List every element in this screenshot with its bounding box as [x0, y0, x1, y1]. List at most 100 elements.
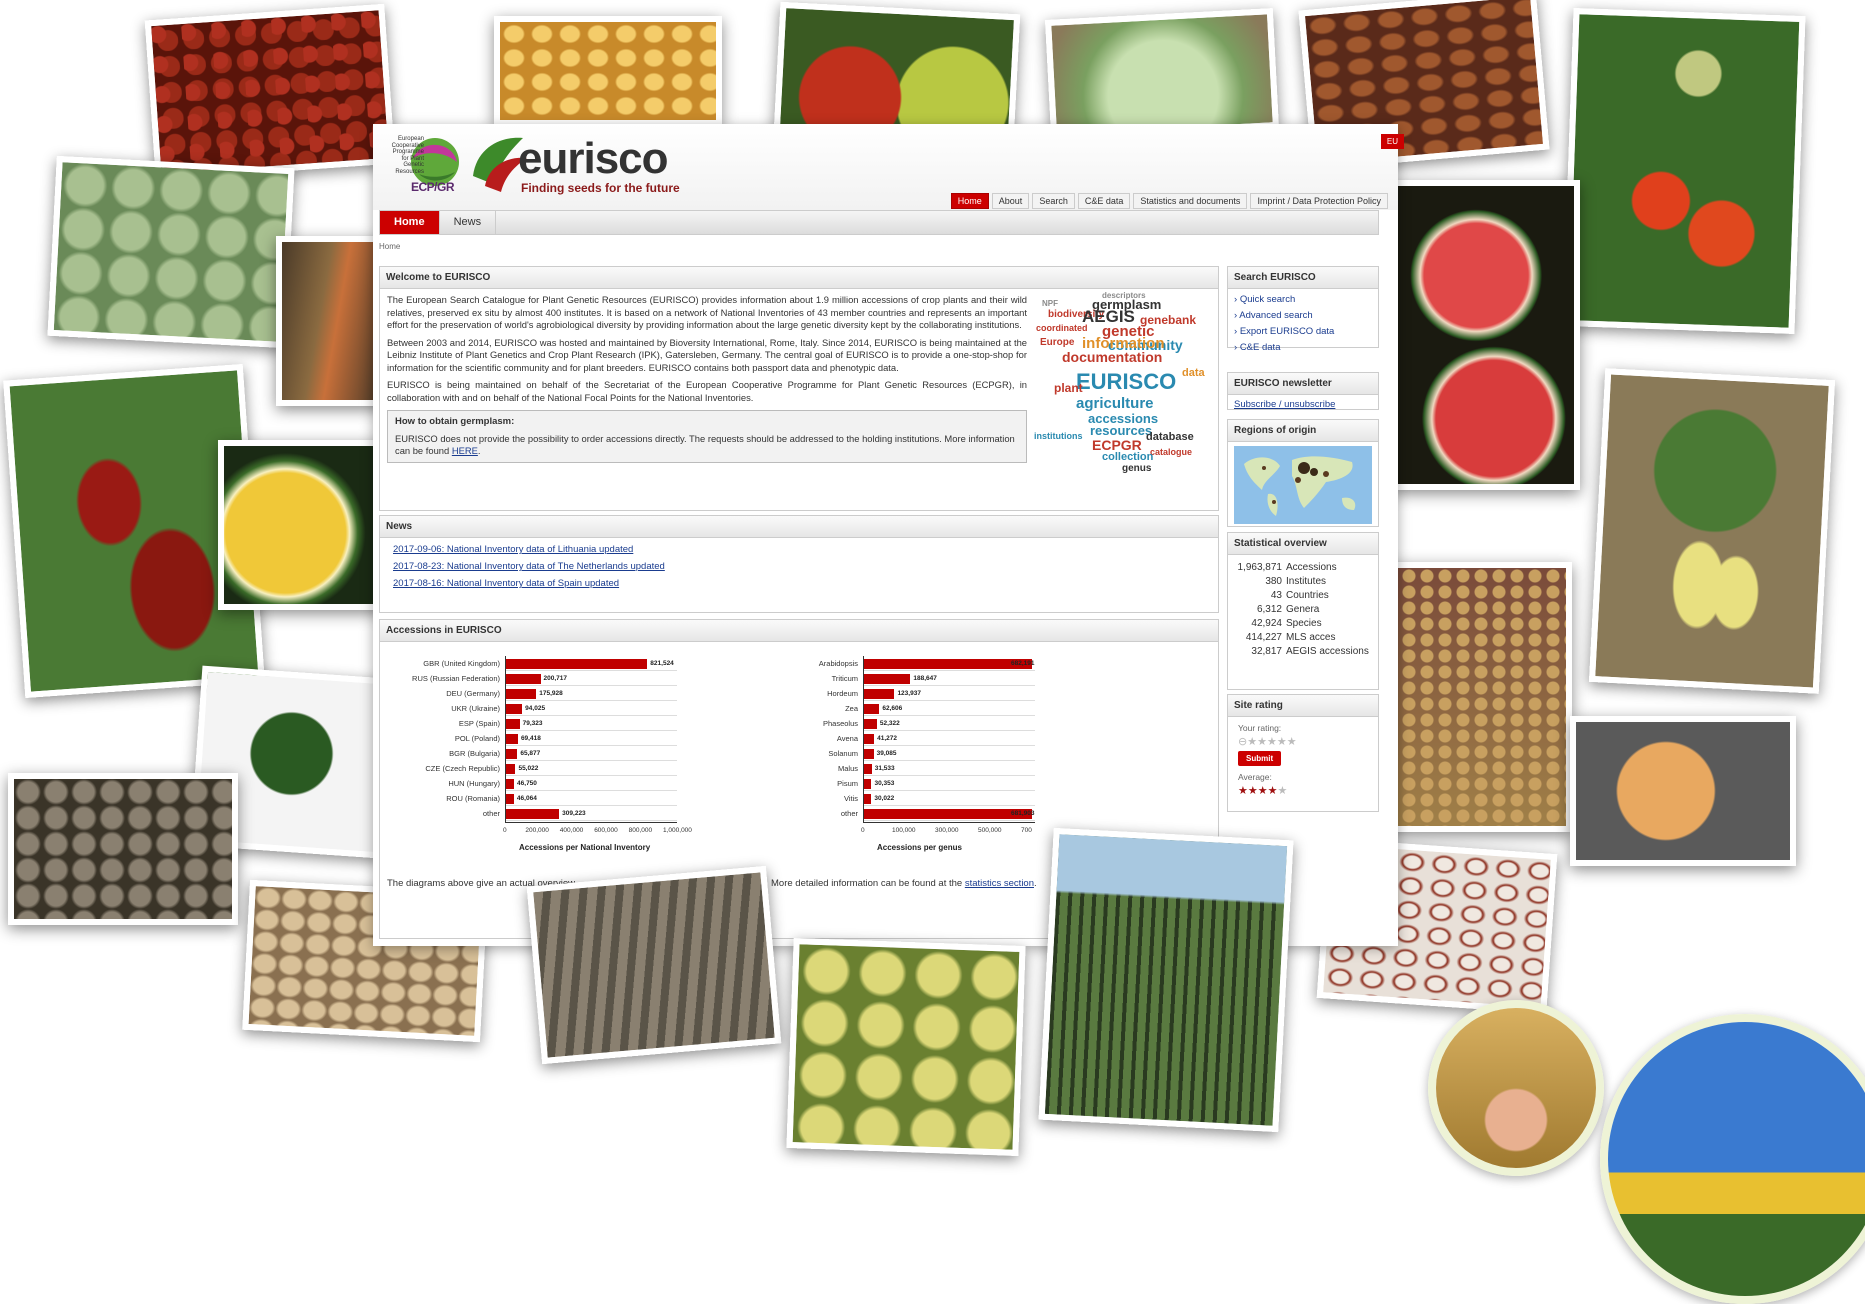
chart-data-label: 30,353 — [874, 780, 895, 787]
star-icon[interactable]: ★ — [1247, 735, 1257, 748]
top-nav-search[interactable]: Search — [1032, 193, 1075, 209]
chart-category-label: other — [482, 809, 500, 818]
ecpgr-logo[interactable]: European Cooperative Programme for Plant Gen… — [383, 128, 461, 202]
chart-bar — [506, 704, 523, 714]
tag-cloud-word: resources — [1090, 423, 1153, 438]
chart-bar — [506, 659, 648, 669]
stat-row: 32,817 AEGIS accessions — [1251, 646, 1369, 657]
statistics-section-link[interactable]: statistics section — [965, 878, 1034, 889]
top-nav-imprint[interactable]: Imprint / Data Protection Policy — [1250, 193, 1388, 209]
star-icon[interactable]: ★ — [1277, 735, 1287, 748]
newsletter-title: EURISCO newsletter — [1228, 373, 1378, 395]
chart-data-label: 123,937 — [897, 690, 921, 697]
average-star-icon: ★ — [1238, 785, 1248, 797]
your-rating-stars[interactable]: ⊖★★★★★ — [1238, 735, 1368, 748]
average-star-icon: ★ — [1247, 785, 1258, 797]
tag-cloud-word: NPF — [1042, 299, 1058, 308]
tag-cloud-word: data — [1182, 367, 1205, 379]
top-nav-about[interactable]: About — [991, 193, 1030, 209]
cancel-rating-icon[interactable]: ⊖ — [1238, 735, 1247, 748]
rating-title: Site rating — [1228, 695, 1378, 717]
yellow-watermelon-photo — [218, 440, 384, 610]
chart-data-label: 62,606 — [882, 705, 903, 712]
chart-tick-label: 0 — [861, 827, 865, 834]
news-item[interactable]: 2017-08-23: National Inventory data of T… — [393, 561, 1218, 572]
chart-bar — [864, 689, 895, 699]
quick-search-link[interactable]: › Quick search — [1234, 294, 1372, 305]
average-star-icon: ★ — [1267, 785, 1278, 797]
tag-cloud-word: agriculture — [1076, 395, 1154, 412]
ce-data-link[interactable]: › C&E data — [1234, 342, 1372, 353]
wheat-hands-photo — [1428, 1000, 1604, 1176]
news-panel: News 2017-09-06: National Inventory data… — [379, 515, 1219, 613]
star-icon[interactable]: ★ — [1287, 735, 1297, 748]
top-nav-ce-data[interactable]: C&E data — [1077, 193, 1131, 209]
chart-data-label: 46,064 — [516, 795, 537, 802]
accessions-title: Accessions in EURISCO — [380, 620, 1218, 642]
main-nav-home[interactable]: Home — [380, 211, 440, 234]
stat-row: 380 Institutes — [1265, 576, 1327, 587]
chart-category-label: Pisum — [837, 779, 858, 788]
chart-axis-title: Accessions per National Inventory — [519, 843, 651, 852]
top-nav-home[interactable]: Home — [950, 193, 989, 209]
world-map-icon[interactable] — [1234, 446, 1372, 524]
chart-bar — [506, 719, 520, 729]
millet-field-photo — [1038, 827, 1294, 1133]
news-item[interactable]: 2017-09-06: National Inventory data of L… — [393, 544, 1218, 555]
chart-category-label: ROU (Romania) — [446, 794, 500, 803]
stat-row: 42,924 Species — [1251, 618, 1322, 629]
chart-category-label: Solanum — [828, 749, 858, 758]
tag-cloud-word: genus — [1122, 463, 1152, 474]
search-sidebar-title: Search EURISCO — [1228, 267, 1378, 289]
news-item[interactable]: 2017-08-16: National Inventory data of S… — [393, 578, 1218, 589]
chart-data-label: 188,647 — [913, 675, 937, 682]
breadcrumb[interactable]: Home — [379, 242, 400, 251]
howto-text: EURISCO does not provide the possibility… — [395, 433, 1015, 456]
advanced-search-link[interactable]: › Advanced search — [1234, 310, 1372, 321]
chart-bar — [864, 734, 875, 744]
average-star-icon: ★ — [1257, 785, 1268, 797]
tag-cloud-word: plant — [1054, 381, 1083, 395]
chart-category-label: GBR (United Kingdom) — [423, 659, 500, 668]
chart-data-label: 52,322 — [879, 720, 900, 727]
ecpgr-fullname: European Cooperative Programme for Plant Gen… — [391, 136, 424, 175]
export-data-link[interactable]: › Export EURISCO data — [1234, 326, 1372, 337]
howto-title: How to obtain germplasm: — [395, 416, 515, 427]
regions-title: Regions of origin — [1228, 420, 1378, 442]
carrot-roots-photo — [276, 236, 386, 406]
chart-category-label: Phaseolus — [822, 719, 858, 728]
average-label: Average: — [1238, 772, 1272, 782]
chart-category-label: Triticum — [831, 674, 858, 683]
howto-here-link[interactable]: HERE — [452, 445, 478, 456]
chart-tick-label: 100,000 — [892, 827, 916, 834]
tag-cloud-word: collection — [1102, 451, 1154, 463]
star-icon[interactable]: ★ — [1267, 735, 1277, 748]
chart-category-label: UKR (Ukraine) — [451, 704, 500, 713]
main-nav-news[interactable]: News — [440, 211, 497, 234]
chart-data-label: 682,191 — [1011, 660, 1035, 667]
chart-data-label: 41,272 — [877, 735, 898, 742]
sunflower-field-photo — [1600, 1014, 1865, 1304]
chart-category-label: Hordeum — [827, 689, 858, 698]
grey-seeds-photo — [8, 773, 238, 925]
stats-panel: Statistical overview 1,963,871 Accessions… — [1227, 532, 1379, 690]
chart-tick-label: 200,000 — [525, 827, 549, 834]
top-nav-statistics[interactable]: Statistics and documents — [1133, 193, 1248, 209]
subscribe-link[interactable]: Subscribe / unsubscribe — [1234, 399, 1372, 410]
chart-bar — [864, 764, 872, 774]
chart-category-label: POL (Poland) — [454, 734, 500, 743]
eurisco-brand[interactable]: eurisco — [518, 134, 669, 184]
star-icon[interactable]: ★ — [1257, 735, 1267, 748]
submit-rating-button[interactable]: Submit — [1238, 751, 1282, 766]
welcome-paragraph-1: The European Search Catalogue for Plant … — [387, 294, 1027, 330]
watermelon-photo — [1390, 180, 1580, 490]
chart-bar — [506, 749, 518, 759]
chart-category-label: Malus — [837, 764, 858, 773]
chart-bar — [506, 674, 541, 684]
stats-title: Statistical overview — [1228, 533, 1378, 555]
language-tab[interactable]: EU — [1380, 134, 1404, 149]
chart-tick-label: 400,000 — [559, 827, 584, 834]
chart-data-label: 46,750 — [517, 780, 537, 787]
chart-category-label: Avena — [836, 734, 858, 743]
ecpgr-acronym: ECP/GR — [411, 180, 455, 194]
